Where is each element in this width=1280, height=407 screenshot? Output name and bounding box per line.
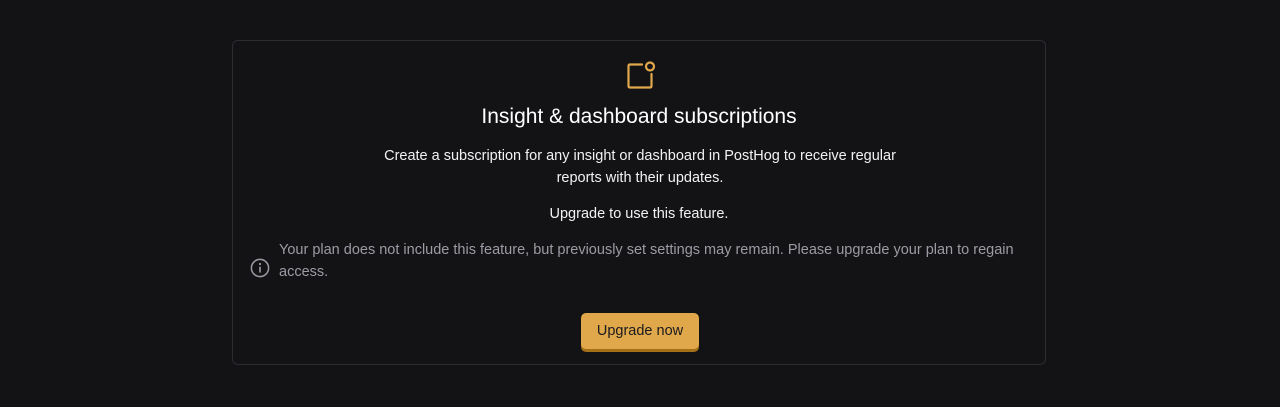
upgrade-hint: Upgrade to use this feature. [549,206,729,222]
page: Insight & dashboard subscriptions Create… [0,0,1280,407]
feature-title: Insight & dashboard subscriptions [481,105,797,128]
plan-notice-text: Your plan does not include this feature,… [279,242,1014,280]
paywall-card: Insight & dashboard subscriptions Create… [232,40,1046,365]
plan-notice: Your plan does not include this feature,… [249,239,1014,283]
subscription-icon [626,60,656,90]
feature-description: Create a subscription for any insight or… [384,148,896,186]
info-icon [250,258,270,278]
upgrade-now-button[interactable]: Upgrade now [581,313,699,349]
